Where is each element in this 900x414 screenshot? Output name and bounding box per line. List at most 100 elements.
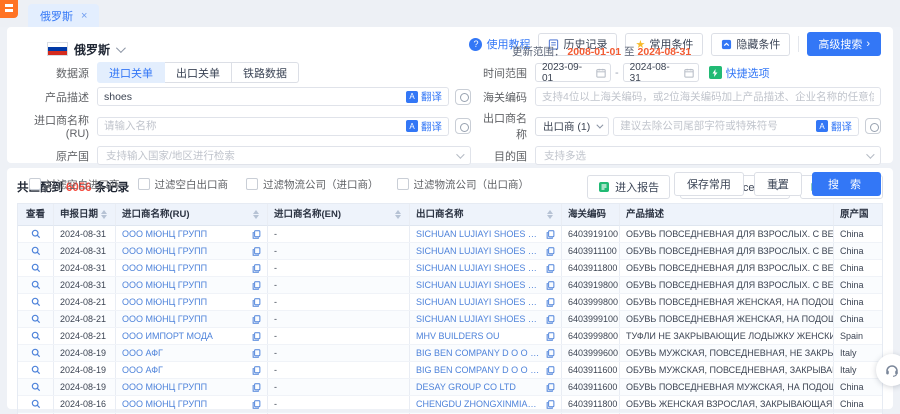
filter-logistics-exporter[interactable]: 过滤物流公司（出口商） [397, 177, 530, 192]
importer-ru-link[interactable]: ООО МЮНЦ ГРУПП [122, 226, 207, 242]
importer-ru-link[interactable]: ООО МЮНЦ ГРУПП [122, 243, 207, 259]
exporter-link[interactable]: BIG BEN COMPANY D O O FROM BEST T [416, 345, 542, 361]
importer-ru-link[interactable]: ООО АФГ [122, 362, 163, 378]
copy-icon[interactable] [542, 281, 555, 290]
destination-select[interactable]: 支持多选 [535, 146, 881, 165]
tab-close-icon[interactable]: × [81, 10, 87, 22]
copy-icon[interactable] [248, 332, 261, 341]
copy-icon[interactable] [248, 281, 261, 290]
view-detail-icon[interactable] [31, 246, 41, 256]
copy-icon[interactable] [248, 315, 261, 324]
copy-icon[interactable] [248, 349, 261, 358]
copy-icon[interactable] [542, 230, 555, 239]
view-detail-icon[interactable] [31, 263, 41, 273]
copy-icon[interactable] [542, 264, 555, 273]
copy-icon[interactable] [248, 298, 261, 307]
input-history-icon[interactable] [865, 118, 881, 134]
view-detail-icon[interactable] [31, 348, 41, 358]
view-detail-icon[interactable] [31, 297, 41, 307]
importer-ru-link[interactable]: ООО МЮНЦ ГРУПП [122, 311, 207, 327]
advanced-search-button[interactable]: 高级搜索 › [807, 32, 881, 56]
copy-icon[interactable] [542, 332, 555, 341]
country-selector[interactable]: 俄罗斯 [47, 41, 123, 58]
copy-icon[interactable] [542, 366, 555, 375]
exporter-link[interactable]: BIG BEN COMPANY D O O FROM BEST T [416, 362, 542, 378]
input-history-icon[interactable] [455, 89, 471, 105]
translate-button[interactable]: A 翻译 [406, 89, 448, 104]
importer-ru-link[interactable]: ООО МЮНЦ ГРУПП [122, 260, 207, 276]
copy-icon[interactable] [248, 400, 261, 409]
filter-logistics-importer[interactable]: 过滤物流公司（进口商） [246, 177, 379, 192]
sort-icon[interactable] [253, 210, 261, 219]
search-button[interactable]: 搜 索 [812, 172, 881, 196]
row-hs-code: 6403919800 [562, 277, 620, 293]
copy-icon[interactable] [248, 247, 261, 256]
copy-icon[interactable] [542, 247, 555, 256]
exporter-type-select[interactable]: 出口商 (1) [535, 117, 609, 136]
importer-ru-input[interactable] [98, 118, 406, 135]
save-common-button[interactable]: 保存常用 [674, 172, 744, 196]
view-detail-icon[interactable] [31, 365, 41, 375]
translate-button[interactable]: A 翻译 [816, 119, 858, 134]
exporter-link[interactable]: DESAY GROUP CO LTD [416, 379, 516, 395]
importer-ru-link[interactable]: ООО ИМПОРТ МОДА [122, 328, 213, 344]
exporter-link[interactable]: SICHUAN LUJIAYI SHOES CO LTD [416, 311, 542, 327]
view-detail-icon[interactable] [31, 280, 41, 290]
start-date-input[interactable]: 2023-09-01 [535, 63, 611, 82]
checkbox-icon[interactable] [138, 178, 150, 190]
quick-options-icon [709, 66, 722, 79]
copy-icon[interactable] [542, 315, 555, 324]
filter-blank-exporter[interactable]: 过滤空白出口商 [138, 177, 229, 192]
tab-import-customs[interactable]: 进口关单 [97, 62, 165, 83]
row-declare-date: 2024-08-31 [54, 226, 116, 242]
view-detail-icon[interactable] [31, 382, 41, 392]
copy-icon[interactable] [248, 264, 261, 273]
importer-ru-link[interactable]: ООО МЮНЦ ГРУПП [122, 379, 207, 395]
copy-icon[interactable] [542, 400, 555, 409]
importer-ru-link[interactable]: ООО МЮНЦ ГРУПП [122, 396, 207, 412]
exporter-link[interactable]: SICHUAN LUJIAYI SHOES CO LTD [416, 277, 542, 293]
view-detail-icon[interactable] [31, 331, 41, 341]
origin-select[interactable]: 支持输入国家/地区进行检索 [97, 146, 471, 165]
importer-ru-link[interactable]: ООО МЮНЦ ГРУПП [122, 277, 207, 293]
copy-icon[interactable] [542, 349, 555, 358]
checkbox-icon[interactable] [29, 178, 41, 190]
copy-icon[interactable] [542, 383, 555, 392]
translate-button[interactable]: A 翻译 [406, 119, 448, 134]
row-importer-en: - [268, 226, 410, 242]
view-detail-icon[interactable] [31, 314, 41, 324]
row-product: ОБУВЬ ПОВСЕДНЕВНАЯ ДЛЯ ВЗРОСЛЫХ. С ВЕРХО… [620, 260, 834, 276]
view-detail-icon[interactable] [31, 229, 41, 239]
exporter-input[interactable] [614, 118, 816, 135]
sort-icon[interactable] [395, 210, 403, 219]
copy-icon[interactable] [248, 383, 261, 392]
importer-ru-link[interactable]: ООО АФГ [122, 345, 163, 361]
exporter-link[interactable]: SICHUAN LUJIAYI SHOES CO LTD [416, 243, 542, 259]
checkbox-icon[interactable] [246, 178, 258, 190]
view-detail-icon[interactable] [31, 399, 41, 409]
tab-export-customs[interactable]: 出口关单 [165, 62, 232, 83]
checkbox-icon[interactable] [397, 178, 409, 190]
copy-icon[interactable] [248, 230, 261, 239]
sort-icon[interactable] [101, 210, 109, 219]
exporter-link[interactable]: CHENGDU ZHONGXINMIAO TRADING C [416, 396, 542, 412]
customer-service-button[interactable] [876, 354, 900, 386]
exporter-link[interactable]: SICHUAN LUJIAYI SHOES CO LTD [416, 226, 542, 242]
copy-icon[interactable] [542, 298, 555, 307]
hs-code-input[interactable] [536, 88, 880, 105]
destination-label: 目的国 [477, 148, 535, 164]
input-history-icon[interactable] [455, 118, 471, 134]
exporter-link[interactable]: SICHUAN LUJIAYI SHOES CO LTD [416, 294, 542, 310]
copy-icon[interactable] [248, 366, 261, 375]
importer-ru-link[interactable]: ООО МЮНЦ ГРУПП [122, 294, 207, 310]
quick-options-button[interactable]: 快捷选项 [709, 65, 770, 81]
hide-conditions-button[interactable]: 隐藏条件 [711, 33, 790, 56]
filter-blank-importer[interactable]: 过滤空白进口商 [29, 177, 120, 192]
tab-russia[interactable]: 俄罗斯 × [28, 4, 99, 27]
sort-icon[interactable] [547, 210, 555, 219]
product-desc-input[interactable] [98, 88, 406, 105]
exporter-link[interactable]: SICHUAN LUJIAYI SHOES CO LTD [416, 260, 542, 276]
exporter-link[interactable]: MHV BUILDERS OU [416, 328, 500, 344]
tab-railway-data[interactable]: 铁路数据 [232, 62, 299, 83]
end-date-input[interactable]: 2024-08-31 [623, 63, 699, 82]
